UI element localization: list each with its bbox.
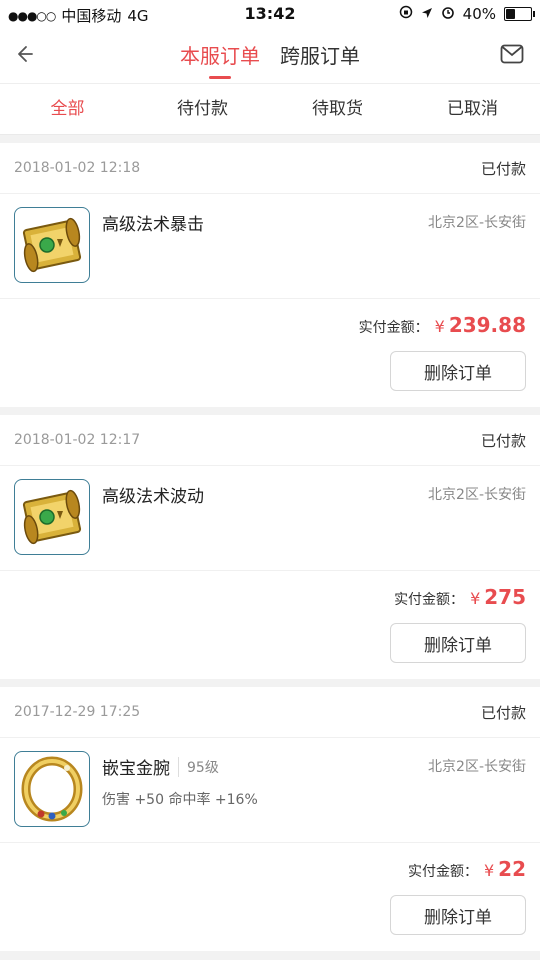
price: ¥239.88 (435, 313, 526, 337)
item-name: 嵌宝金腕 (102, 759, 170, 779)
delete-order-button[interactable]: 删除订单 (390, 623, 526, 663)
order-item[interactable]: 高级法术暴击 北京2区-长安街 (0, 194, 540, 299)
currency-symbol: ¥ (434, 317, 445, 336)
currency-symbol: ¥ (470, 589, 481, 608)
server-name: 北京2区-长安街 (428, 487, 526, 503)
order-type-tabs: 本服订单 跨服订单 (0, 40, 540, 79)
scroll-icon (14, 479, 90, 555)
order-card: 2017-12-29 17:25 已付款 嵌宝金腕 95级 伤害 +50 命中率… (0, 687, 540, 951)
order-status: 已付款 (480, 703, 526, 722)
item-attributes: 伤害 +50 命中率 +16% (102, 792, 258, 808)
order-header: 2017-12-29 17:25 已付款 (0, 687, 540, 738)
nav-bar: 本服订单 跨服订单 (0, 28, 540, 84)
tab-cross-server-orders[interactable]: 跨服订单 (280, 40, 360, 79)
delete-order-button[interactable]: 删除订单 (390, 351, 526, 391)
message-button[interactable] (500, 44, 524, 64)
amount-label: 实付金额： (394, 592, 465, 608)
item-level: 95级 (178, 756, 219, 777)
order-footer: 实付金额： ¥239.88 删除订单 (0, 299, 540, 407)
filter-all[interactable]: 全部 (0, 84, 135, 134)
paid-amount: 实付金额： ¥275 (394, 585, 526, 609)
order-item[interactable]: 高级法术波动 北京2区-长安街 (0, 466, 540, 571)
order-date: 2018-01-02 12:17 (14, 432, 141, 448)
filter-pending-payment[interactable]: 待付款 (135, 84, 270, 134)
status-filter-bar: 全部 待付款 待取货 已取消 (0, 84, 540, 135)
battery-icon (504, 7, 535, 21)
item-name: 高级法术暴击 (102, 215, 204, 235)
divider (0, 135, 540, 143)
paid-amount: 实付金额： ¥239.88 (359, 313, 526, 337)
price: ¥275 (470, 585, 526, 609)
order-header: 2018-01-02 12:18 已付款 (0, 143, 540, 194)
filter-pending-pickup[interactable]: 待取货 (270, 84, 405, 134)
currency-symbol: ¥ (483, 861, 495, 880)
filter-cancelled[interactable]: 已取消 (405, 84, 540, 134)
bracelet-icon (14, 751, 90, 827)
paid-amount: 实付金额： ¥22 (408, 857, 526, 881)
mail-icon (500, 44, 524, 64)
amount-label: 实付金额： (407, 864, 478, 880)
order-date: 2018-01-02 12:18 (14, 160, 141, 176)
server-name: 北京2区-长安街 (428, 215, 526, 231)
item-name: 高级法术波动 (102, 487, 204, 507)
order-card: 2018-01-02 12:17 已付款 高级法术波动 北京2区-长安街 实付金… (0, 415, 540, 679)
battery-percent: 40% (462, 5, 496, 23)
location-icon (421, 5, 433, 23)
price-value: 275 (484, 585, 526, 609)
order-date: 2017-12-29 17:25 (14, 704, 141, 720)
price: ¥22 (484, 857, 526, 881)
delete-order-button[interactable]: 删除订单 (390, 895, 526, 935)
order-footer: 实付金额： ¥22 删除订单 (0, 843, 540, 951)
status-right: 40% (399, 5, 535, 23)
order-card: 2018-01-02 12:18 已付款 高级法术暴击 北京2区-长安街 实付金… (0, 143, 540, 407)
scroll-icon (14, 207, 90, 283)
order-item[interactable]: 嵌宝金腕 95级 伤害 +50 命中率 +16% 北京2区-长安街 (0, 738, 540, 843)
tab-local-orders[interactable]: 本服订单 (180, 40, 260, 79)
price-value: 239.88 (448, 313, 526, 337)
status-bar: ●●●○○ 中国移动 4G 13:42 40% (0, 0, 540, 28)
order-header: 2018-01-02 12:17 已付款 (0, 415, 540, 466)
price-value: 22 (498, 857, 526, 881)
amount-label: 实付金额： (358, 320, 429, 336)
order-status: 已付款 (480, 159, 526, 178)
alarm-icon (441, 5, 455, 23)
rotation-lock-icon (399, 5, 413, 23)
order-status: 已付款 (480, 431, 526, 450)
order-footer: 实付金额： ¥275 删除订单 (0, 571, 540, 679)
server-name: 北京2区-长安街 (428, 759, 526, 775)
